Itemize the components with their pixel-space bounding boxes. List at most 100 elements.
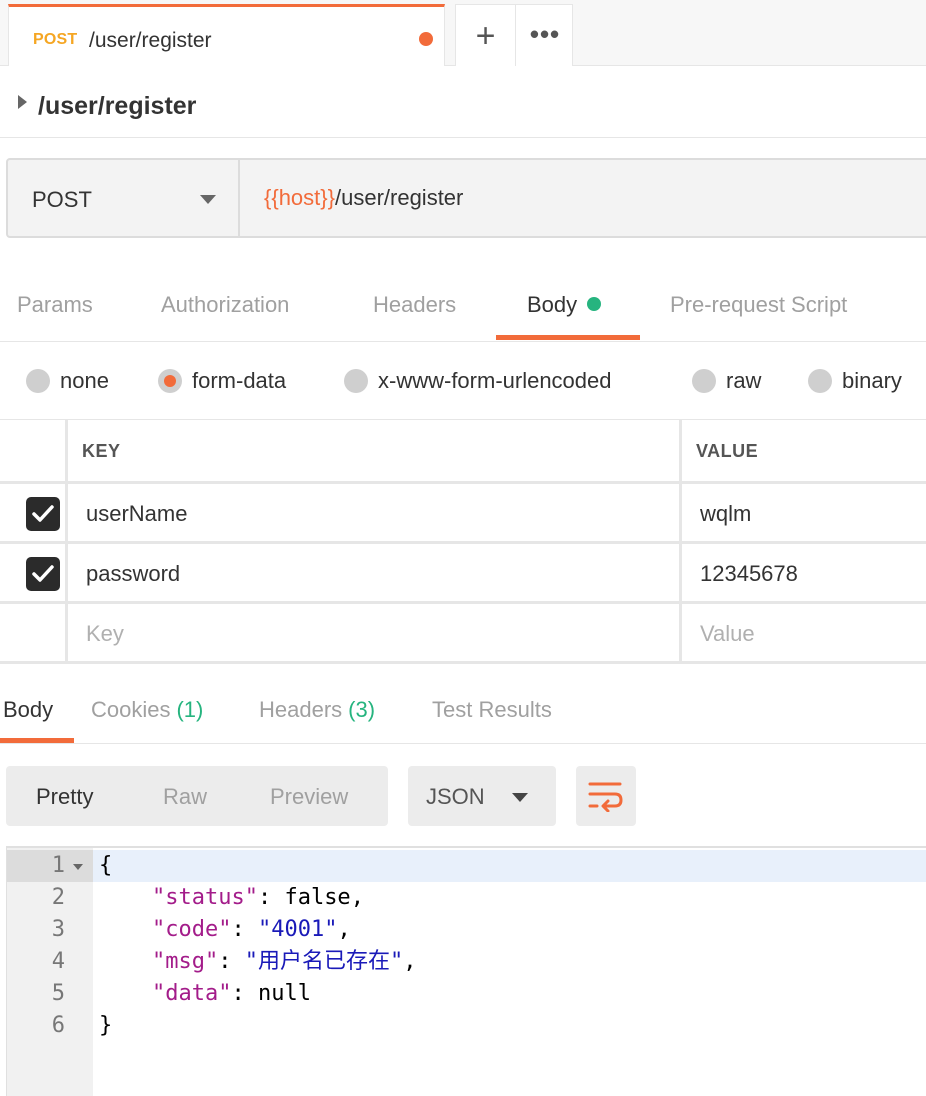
value-field[interactable]: 12345678 xyxy=(682,544,926,601)
radio-binary-label: binary xyxy=(842,368,902,393)
radio-icon xyxy=(26,369,50,393)
json-key: "status" xyxy=(151,885,258,910)
url-input[interactable]: {{host}}/user/register xyxy=(264,185,463,211)
view-raw-button[interactable]: Raw xyxy=(163,784,207,810)
fold-arrow-icon[interactable] xyxy=(73,864,83,870)
table-row: userName wqlm xyxy=(0,484,926,544)
key-text: password xyxy=(86,561,181,586)
url-path: /user/register xyxy=(334,185,464,210)
value-field[interactable]: wqlm xyxy=(682,484,926,541)
chevron-down-icon xyxy=(512,793,528,802)
tab-title: /user/register xyxy=(89,29,212,52)
line-number: 1 xyxy=(51,853,65,878)
column-header-key: KEY xyxy=(82,441,121,461)
tab-pre-request-script[interactable]: Pre-request Script xyxy=(670,292,847,318)
value-placeholder: Value xyxy=(700,621,755,646)
radio-icon xyxy=(692,369,716,393)
json-value: null xyxy=(257,981,311,1006)
radio-raw[interactable]: raw xyxy=(692,368,761,394)
code-text: } xyxy=(99,1013,113,1038)
radio-raw-label: raw xyxy=(726,368,762,393)
caret-right-icon[interactable] xyxy=(18,95,27,109)
plus-icon[interactable]: + xyxy=(456,5,516,67)
response-tabs: Body Cookies (1) Headers (3) Test Results xyxy=(0,662,926,744)
method-select-label: POST xyxy=(32,187,92,212)
chevron-down-icon xyxy=(200,195,216,204)
table-row: password 12345678 xyxy=(0,544,926,604)
table-header-row: KEY VALUE xyxy=(0,420,926,484)
response-body-editor[interactable]: 1 { 2 "status": false, 3 "code": "4001",… xyxy=(6,846,926,1096)
tab-method-label: POST xyxy=(33,31,78,48)
ellipsis-icon[interactable]: ••• xyxy=(516,5,574,67)
response-tab-body[interactable]: Body xyxy=(3,697,53,723)
new-value-field[interactable]: Value xyxy=(682,604,926,661)
response-tab-headers[interactable]: Headers (3) xyxy=(259,697,375,723)
key-field[interactable]: userName xyxy=(68,484,682,541)
format-select[interactable]: JSON xyxy=(408,766,556,826)
column-header-value: VALUE xyxy=(696,441,759,461)
request-name[interactable]: /user/register xyxy=(38,92,196,121)
code-line: 6 } xyxy=(7,1010,926,1042)
code-line: 4 "msg": "用户名已存在", xyxy=(7,946,926,978)
tab-body[interactable]: Body xyxy=(527,292,602,318)
headers-count: (3) xyxy=(348,697,376,722)
body-type-selector: none form-data x-www-form-urlencoded raw… xyxy=(0,342,926,420)
radio-urlencoded-label: x-www-form-urlencoded xyxy=(378,368,612,393)
tab-params[interactable]: Params xyxy=(17,292,93,318)
radio-form-data[interactable]: form-data xyxy=(158,368,286,394)
tab-body-label: Body xyxy=(527,292,578,317)
tab-bar: POST /user/register + ••• xyxy=(0,0,926,67)
radio-form-data-label: form-data xyxy=(192,368,287,393)
code-line: 3 "code": "4001", xyxy=(7,914,926,946)
line-number: 6 xyxy=(51,1013,65,1038)
code-line: 5 "data": null xyxy=(7,978,926,1010)
format-select-label: JSON xyxy=(426,784,485,809)
code-line: 2 "status": false, xyxy=(7,882,926,914)
status-dot-icon xyxy=(587,297,602,311)
key-field[interactable]: password xyxy=(68,544,682,601)
table-row-empty: Key Value xyxy=(0,604,926,664)
wrap-lines-button[interactable] xyxy=(576,766,636,826)
new-key-field[interactable]: Key xyxy=(68,604,682,661)
json-value: false xyxy=(284,885,351,910)
code-text: "msg": "用户名已存在", xyxy=(151,949,417,974)
checkmark-icon xyxy=(32,505,54,522)
json-key: "code" xyxy=(151,917,232,942)
code-text: "data": null xyxy=(151,981,311,1006)
response-tab-test-results[interactable]: Test Results xyxy=(432,697,552,723)
row-checkbox[interactable] xyxy=(26,557,60,591)
json-key: "msg" xyxy=(151,949,219,974)
radio-selected-icon xyxy=(158,369,182,393)
view-mode-group: Pretty Raw Preview xyxy=(6,766,388,826)
tab-authorization[interactable]: Authorization xyxy=(161,292,289,318)
key-text: userName xyxy=(86,501,188,526)
form-data-table: KEY VALUE userName wqlm password 1234567… xyxy=(0,420,926,664)
view-preview-button[interactable]: Preview xyxy=(270,784,348,810)
radio-binary[interactable]: binary xyxy=(808,368,902,394)
code-text: { xyxy=(99,853,113,878)
radio-none[interactable]: none xyxy=(26,368,109,394)
checkmark-icon xyxy=(32,565,54,582)
url-bar: POST {{host}}/user/register xyxy=(6,158,926,238)
code-text: "status": false, xyxy=(151,885,364,910)
line-number: 4 xyxy=(51,949,65,974)
tab-headers[interactable]: Headers xyxy=(373,292,456,318)
line-number: 2 xyxy=(51,885,65,910)
response-tab-cookies-label: Cookies xyxy=(91,697,171,722)
line-number: 5 xyxy=(51,981,65,1006)
radio-none-label: none xyxy=(60,368,109,393)
active-tab-indicator xyxy=(496,335,640,340)
view-pretty-button[interactable]: Pretty xyxy=(36,784,93,810)
request-tab[interactable]: POST /user/register xyxy=(8,4,445,66)
wrap-lines-icon xyxy=(588,782,623,812)
value-text: wqlm xyxy=(700,501,752,526)
url-variable: {{host}} xyxy=(264,185,335,210)
response-tab-cookies[interactable]: Cookies (1) xyxy=(91,697,203,723)
row-checkbox[interactable] xyxy=(26,497,60,531)
radio-urlencoded[interactable]: x-www-form-urlencoded xyxy=(344,368,612,394)
json-value: "用户名已存在" xyxy=(244,949,404,974)
json-key: "data" xyxy=(151,981,232,1006)
active-response-tab-indicator xyxy=(0,738,74,743)
radio-icon xyxy=(808,369,832,393)
method-select[interactable]: POST xyxy=(8,160,240,236)
